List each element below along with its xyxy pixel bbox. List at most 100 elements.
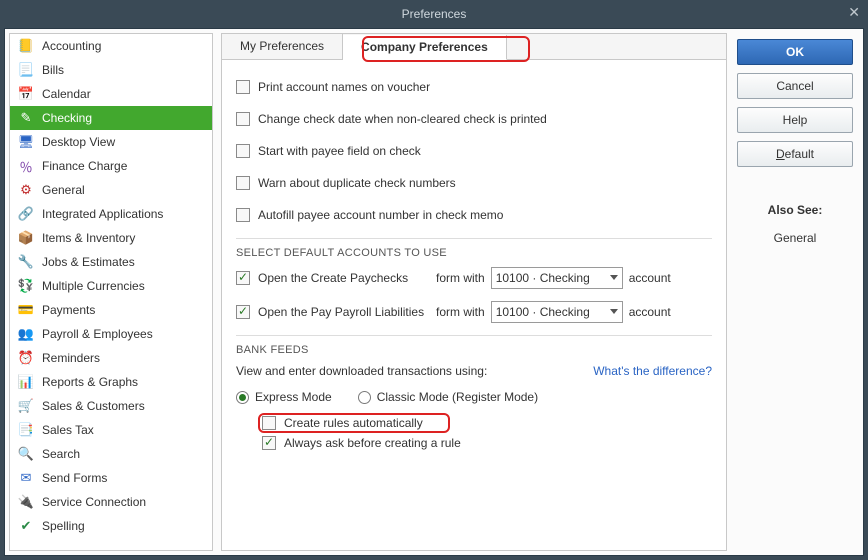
opt-create-rules-auto[interactable]: Create rules automatically bbox=[262, 416, 712, 430]
sidebar-item-finance-charge[interactable]: ％ Finance Charge bbox=[10, 154, 212, 178]
also-see-item[interactable]: General bbox=[737, 231, 853, 245]
sidebar-item-general[interactable]: ⚙ General bbox=[10, 178, 212, 202]
sidebar-item-label: Calendar bbox=[42, 87, 91, 101]
dropdown-paychecks-account[interactable]: 10100 · Checking bbox=[491, 267, 623, 289]
preferences-window: Preferences ✕ 📒 Accounting 📃 Bills 📅 Calendar… bbox=[0, 0, 868, 560]
sidebar-item-spelling[interactable]: ✔ Spelling bbox=[10, 514, 212, 538]
sidebar-item-label: Integrated Applications bbox=[42, 207, 163, 221]
checkbox-icon[interactable] bbox=[236, 305, 250, 319]
row-bank-mode: Express Mode Classic Mode (Register Mode… bbox=[236, 390, 712, 404]
search-icon: 🔍 bbox=[16, 445, 36, 463]
sidebar-item-multiple-currencies[interactable]: 💱Multiple Currencies bbox=[10, 274, 212, 298]
sidebar-item-label: Reports & Graphs bbox=[42, 375, 138, 389]
sidebar-item-label: Send Forms bbox=[42, 471, 107, 485]
opt-print-voucher[interactable]: Print account names on voucher bbox=[236, 78, 712, 96]
sidebar-item-integrated-applications[interactable]: 🔗 Integrated Applications bbox=[10, 202, 212, 226]
sidebar-item-send-forms[interactable]: ✉Send Forms bbox=[10, 466, 212, 490]
sidebar-item-items-inventory[interactable]: 📦 Items & Inventory bbox=[10, 226, 212, 250]
help-button[interactable]: Help bbox=[737, 107, 853, 133]
sidebar-item-label: Service Connection bbox=[42, 495, 146, 509]
finance-charge-icon: ％ bbox=[16, 157, 36, 175]
dropdown-liabilities-account[interactable]: 10100 · Checking bbox=[491, 301, 623, 323]
sidebar-item-label: Finance Charge bbox=[42, 159, 127, 173]
accounting-icon: 📒 bbox=[16, 37, 36, 55]
reminders-icon: ⏰ bbox=[16, 349, 36, 367]
titlebar: Preferences ✕ bbox=[0, 0, 868, 28]
chevron-down-icon bbox=[610, 309, 618, 314]
sidebar-item-service-connection[interactable]: 🔌 Service Connection bbox=[10, 490, 212, 514]
radio-express-mode[interactable] bbox=[236, 391, 249, 404]
sidebar-item-label: Sales Tax bbox=[42, 423, 94, 437]
bills-icon: 📃 bbox=[16, 61, 36, 79]
close-icon[interactable]: ✕ bbox=[848, 4, 860, 21]
checkbox-icon bbox=[236, 176, 250, 190]
service-connection-icon: 🔌 bbox=[16, 493, 36, 511]
sidebar-item-sales-tax[interactable]: 📑 Sales Tax bbox=[10, 418, 212, 442]
sidebar-item-label: Items & Inventory bbox=[42, 231, 135, 245]
sidebar-item-label: General bbox=[42, 183, 85, 197]
sidebar-item-reminders[interactable]: ⏰Reminders bbox=[10, 346, 212, 370]
company-preferences-pane: Print account names on voucher Change ch… bbox=[222, 60, 726, 460]
checkbox-icon bbox=[236, 208, 250, 222]
sidebar-item-label: Multiple Currencies bbox=[42, 279, 145, 293]
sidebar-item-label: Spelling bbox=[42, 519, 85, 533]
sidebar-item-label: Desktop View bbox=[42, 135, 115, 149]
checkbox-icon bbox=[236, 144, 250, 158]
default-button[interactable]: Default bbox=[737, 141, 853, 167]
checkbox-icon bbox=[236, 80, 250, 94]
window-body: 📒 Accounting 📃 Bills 📅 Calendar ✎ Checking 🖥 Desk… bbox=[4, 28, 864, 556]
sales-customers-icon: 🛒 bbox=[16, 397, 36, 415]
payroll-employees-icon: 👥 bbox=[16, 325, 36, 343]
sidebar-item-label: Payroll & Employees bbox=[42, 327, 153, 341]
sidebar-item-search[interactable]: 🔍 Search bbox=[10, 442, 212, 466]
desktop-view-icon: 🖥 bbox=[16, 133, 36, 151]
sidebar-item-desktop-view[interactable]: 🖥 Desktop View bbox=[10, 130, 212, 154]
sidebar-item-label: Search bbox=[42, 447, 80, 461]
sidebar-item-payments[interactable]: 💳Payments bbox=[10, 298, 212, 322]
sidebar-item-reports-graphs[interactable]: 📊 Reports & Graphs bbox=[10, 370, 212, 394]
sidebar-item-bills[interactable]: 📃 Bills bbox=[10, 58, 212, 82]
sidebar-item-sales-customers[interactable]: 🛒 Sales & Customers bbox=[10, 394, 212, 418]
opt-start-payee[interactable]: Start with payee field on check bbox=[236, 142, 712, 160]
integrated-applications-icon: 🔗 bbox=[16, 205, 36, 223]
row-bank-view-enter: View and enter downloaded transactions u… bbox=[236, 364, 712, 378]
calendar-icon: 📅 bbox=[16, 85, 36, 103]
sidebar-item-jobs-estimates[interactable]: 🔧Jobs & Estimates bbox=[10, 250, 212, 274]
row-payroll-liabilities: Open the Pay Payroll Liabilities form wi… bbox=[236, 301, 712, 323]
tab-company-preferences[interactable]: Company Preferences bbox=[343, 35, 507, 60]
sidebar-item-accounting[interactable]: 📒 Accounting bbox=[10, 34, 212, 58]
content-panel: My Preferences Company Preferences Print… bbox=[221, 33, 727, 551]
opt-change-check-date[interactable]: Change check date when non-cleared check… bbox=[236, 110, 712, 128]
opt-warn-duplicate[interactable]: Warn about duplicate check numbers bbox=[236, 174, 712, 192]
checking-icon: ✎ bbox=[16, 109, 36, 127]
general-icon: ⚙ bbox=[16, 181, 36, 199]
window-title: Preferences bbox=[402, 7, 467, 21]
ok-button[interactable]: OK bbox=[737, 39, 853, 65]
sales-tax-icon: 📑 bbox=[16, 421, 36, 439]
sidebar-item-calendar[interactable]: 📅 Calendar bbox=[10, 82, 212, 106]
opt-autofill-payee[interactable]: Autofill payee account number in check m… bbox=[236, 206, 712, 224]
sidebar-item-label: Accounting bbox=[42, 39, 101, 53]
items-inventory-icon: 📦 bbox=[16, 229, 36, 247]
section-bank-feeds: BANK FEEDS bbox=[236, 335, 712, 356]
sidebar-item-label: Sales & Customers bbox=[42, 399, 145, 413]
sidebar-item-label: Checking bbox=[42, 111, 92, 125]
sidebar-item-checking[interactable]: ✎ Checking bbox=[10, 106, 212, 130]
row-create-paychecks: Open the Create Paychecks form with 1010… bbox=[236, 267, 712, 289]
checkbox-icon bbox=[236, 112, 250, 126]
sidebar-item-payroll-employees[interactable]: 👥 Payroll & Employees bbox=[10, 322, 212, 346]
chevron-down-icon bbox=[610, 275, 618, 280]
radio-classic-mode[interactable] bbox=[358, 391, 371, 404]
sidebar-item-label: Jobs & Estimates bbox=[42, 255, 135, 269]
checkbox-icon bbox=[262, 436, 276, 450]
also-see-header: Also See: bbox=[737, 203, 853, 217]
sidebar-item-label: Bills bbox=[42, 63, 64, 77]
link-whats-the-difference[interactable]: What's the difference? bbox=[593, 364, 712, 378]
spelling-icon: ✔ bbox=[16, 517, 36, 535]
payments-icon: 💳 bbox=[16, 301, 36, 319]
opt-always-ask[interactable]: Always ask before creating a rule bbox=[262, 436, 712, 450]
checkbox-icon[interactable] bbox=[236, 271, 250, 285]
reports-graphs-icon: 📊 bbox=[16, 373, 36, 391]
tab-my-preferences[interactable]: My Preferences bbox=[222, 34, 343, 59]
cancel-button[interactable]: Cancel bbox=[737, 73, 853, 99]
